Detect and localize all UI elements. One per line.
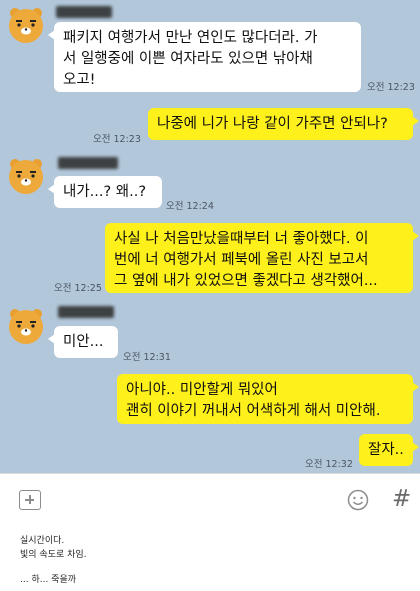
message-time: 오전 12:23 bbox=[367, 82, 415, 93]
caption-line: 빛의 속도로 차임. bbox=[20, 550, 87, 560]
caption-line: 실시간이다. bbox=[20, 536, 65, 546]
message-time: 오전 12:31 bbox=[123, 352, 171, 363]
message-bubble[interactable]: 잘자.. bbox=[359, 434, 419, 466]
message-bubble[interactable]: 내가...? 왜..? bbox=[48, 176, 162, 208]
caption-line: ... 하... 죽을까 bbox=[20, 575, 77, 585]
profile-avatar-icon[interactable] bbox=[6, 305, 46, 345]
message-bubble[interactable]: 아니야.. 미안할게 뭐있어 괜히 이야기 꺼내서 어색하게 해서 미안해. bbox=[117, 374, 419, 424]
message-time: 오전 12:23 bbox=[93, 134, 141, 145]
profile-avatar-icon[interactable] bbox=[6, 4, 46, 44]
message-input-bar[interactable]: # bbox=[0, 473, 420, 527]
hash-icon[interactable]: # bbox=[392, 486, 411, 512]
profile-avatar-icon[interactable] bbox=[6, 155, 46, 195]
plus-box-icon[interactable] bbox=[19, 490, 41, 510]
sender-name-redacted bbox=[58, 157, 118, 169]
smiley-icon[interactable] bbox=[347, 489, 369, 511]
message-bubble[interactable]: 사실 나 처음만났을때부터 너 좋아했다. 이 번에 너 여행가서 페북에 올린… bbox=[105, 223, 419, 293]
chat-area[interactable]: 패키지 여행가서 만난 연인도 많다더라. 가 서 일행중에 이쁜 여자라도 있… bbox=[0, 0, 420, 473]
message-time: 오전 12:24 bbox=[166, 201, 214, 212]
message-time: 오전 12:25 bbox=[54, 283, 102, 294]
message-time: 오전 12:32 bbox=[305, 459, 353, 470]
message-bubble[interactable]: 나중에 니가 나랑 같이 가주면 안되나? bbox=[148, 108, 419, 140]
sender-name-redacted bbox=[56, 6, 112, 18]
sender-name-redacted bbox=[58, 306, 114, 318]
message-bubble[interactable]: 패키지 여행가서 만난 연인도 많다더라. 가 서 일행중에 이쁜 여자라도 있… bbox=[48, 22, 361, 92]
message-bubble[interactable]: 미안... bbox=[48, 326, 118, 358]
